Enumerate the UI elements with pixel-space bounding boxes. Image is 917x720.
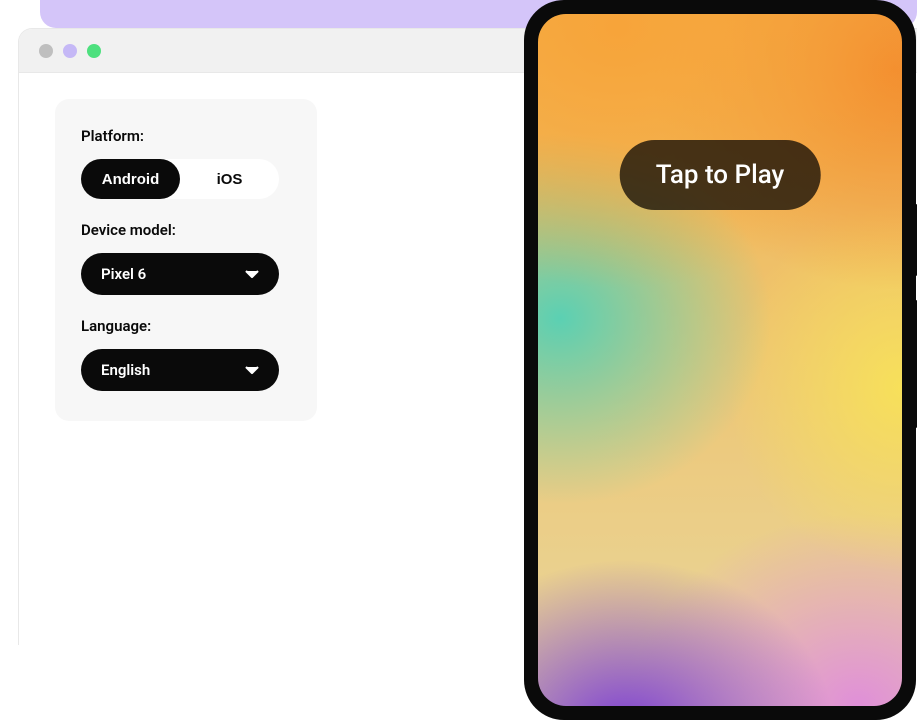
tap-to-play-button[interactable]: Tap to Play xyxy=(620,140,821,210)
device-screen[interactable]: Tap to Play xyxy=(538,14,902,706)
device-model-value: Pixel 6 xyxy=(101,265,146,283)
chevron-down-icon xyxy=(245,269,259,279)
language-section: Language: English xyxy=(81,317,291,391)
maximize-icon[interactable] xyxy=(87,44,101,58)
device-frame: Tap to Play xyxy=(524,0,916,720)
platform-segmented: Android iOS xyxy=(81,159,279,199)
chevron-down-icon xyxy=(245,365,259,375)
minimize-icon[interactable] xyxy=(63,44,77,58)
close-icon[interactable] xyxy=(39,44,53,58)
device-model-section: Device model: Pixel 6 xyxy=(81,221,291,295)
controls-panel: Platform: Android iOS Device model: Pixe… xyxy=(55,99,317,421)
platform-android-button[interactable]: Android xyxy=(81,159,180,199)
language-dropdown[interactable]: English xyxy=(81,349,279,391)
language-value: English xyxy=(101,361,150,379)
device-model-label: Device model: xyxy=(81,221,291,239)
platform-label: Platform: xyxy=(81,127,291,145)
language-label: Language: xyxy=(81,317,291,335)
platform-section: Platform: Android iOS xyxy=(81,127,291,199)
device-model-dropdown[interactable]: Pixel 6 xyxy=(81,253,279,295)
platform-ios-button[interactable]: iOS xyxy=(180,159,279,199)
